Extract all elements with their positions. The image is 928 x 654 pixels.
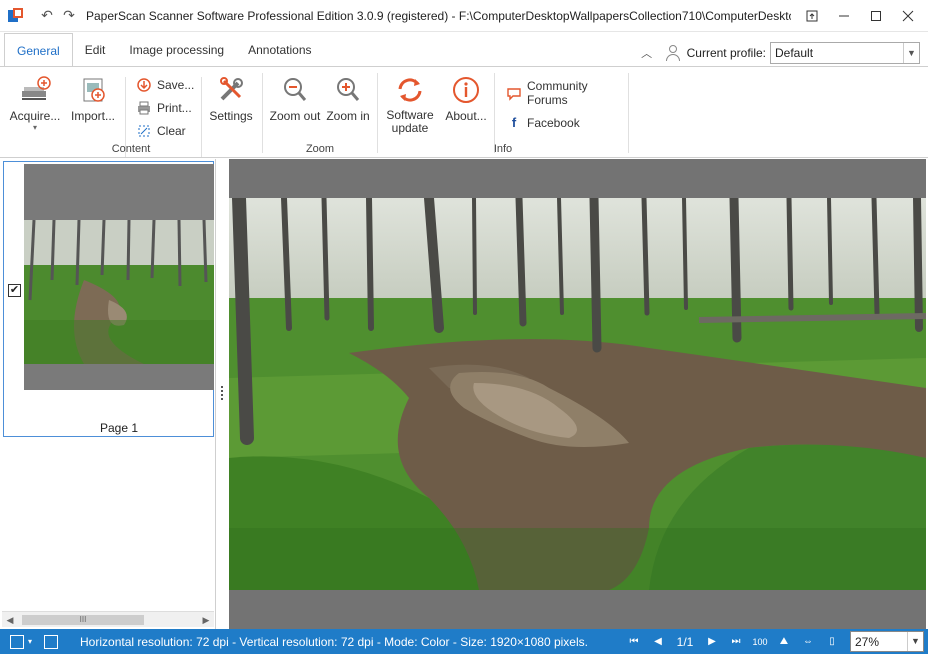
pin-icon[interactable] [796, 0, 828, 32]
zoom-in-button[interactable]: Zoom in [323, 75, 373, 123]
save-label: Save... [157, 78, 195, 92]
about-button[interactable]: About... [440, 75, 492, 123]
user-icon [665, 45, 681, 61]
facebook-link[interactable]: f Facebook [506, 113, 580, 133]
print-label: Print... [157, 101, 192, 115]
first-page-icon[interactable]: ⏮ [622, 636, 646, 647]
facebook-icon: f [511, 115, 517, 130]
undo-icon[interactable]: ↶ [36, 7, 58, 24]
tab-image-processing[interactable]: Image processing [117, 33, 236, 67]
minimize-button[interactable] [828, 0, 860, 32]
info-group: Software update About... Community Forum… [378, 71, 628, 155]
splitter-grip-icon[interactable] [221, 386, 223, 400]
settings-button[interactable]: Settings [205, 75, 257, 123]
info-group-label: Info [493, 143, 513, 155]
status-info: Horizontal resolution: 72 dpi - Vertical… [80, 634, 588, 649]
profile-select[interactable]: Default ▼ [770, 42, 920, 64]
clear-button[interactable]: Clear [136, 121, 186, 141]
save-button[interactable]: Save... [136, 75, 194, 95]
zoom-out-button[interactable]: Zoom out [267, 75, 323, 123]
status-bar: ▾ Horizontal resolution: 72 dpi - Vertic… [0, 629, 928, 654]
facebook-label: Facebook [527, 116, 580, 130]
close-button[interactable] [892, 0, 924, 32]
fit-width-icon[interactable]: ⇔ [796, 636, 820, 647]
ribbon: Acquire... ▾ Import... Save... Print... … [0, 66, 928, 158]
printer-icon [136, 100, 152, 116]
scanned-image [229, 198, 926, 590]
info-icon [449, 75, 483, 105]
update-icon [393, 75, 427, 105]
collapse-ribbon-icon[interactable]: ︿ [637, 45, 657, 61]
scanner-icon [18, 75, 52, 105]
about-label: About... [445, 109, 487, 123]
chevron-down-icon[interactable]: ▾ [6, 123, 64, 132]
page-checkbox[interactable]: ✔ [8, 284, 21, 297]
print-button[interactable]: Print... [136, 98, 192, 118]
thumbnail-label: Page 1 [99, 421, 139, 435]
profile-value: Default [775, 46, 814, 60]
thumbnail-item[interactable]: ✔ Page 1 [3, 161, 214, 437]
content-group: Acquire... ▾ Import... Save... Print... … [0, 71, 262, 157]
window-title: PaperScan Scanner Software Professional … [86, 8, 791, 23]
previous-page-icon[interactable]: ◀ [646, 636, 670, 647]
import-label: Import... [70, 109, 115, 123]
tab-general[interactable]: General [4, 33, 73, 67]
image-viewer[interactable] [229, 159, 926, 629]
fit-page-icon[interactable]: ▯ [820, 636, 844, 647]
clear-label: Clear [157, 124, 186, 138]
zoom-select[interactable]: 27% ▼ [850, 631, 924, 652]
chevron-down-icon[interactable]: ▼ [903, 43, 919, 63]
layout-icon[interactable] [10, 634, 24, 649]
profile-area: ︿ Current profile: Default ▼ [637, 42, 920, 64]
chat-bubble-icon [506, 85, 522, 101]
tab-annotations[interactable]: Annotations [236, 33, 323, 67]
redo-icon[interactable]: ↷ [58, 7, 80, 24]
thumbnail-image [24, 220, 214, 364]
settings-icon [214, 75, 248, 105]
zoom-in-label: Zoom in [326, 109, 370, 123]
import-icon [76, 75, 110, 105]
next-page-icon[interactable]: ▶ [700, 636, 724, 647]
acquire-label: Acquire... [9, 109, 61, 123]
page-navigation: ⏮ ◀ 1/1 ▶ ⏭ 100 ⛰ ⇔ ▯ 27% ▼ [622, 629, 928, 654]
chevron-down-icon[interactable]: ▼ [907, 632, 923, 651]
community-forums-link[interactable]: Community Forums [506, 79, 628, 107]
tab-edit[interactable]: Edit [73, 33, 118, 67]
software-update-label-2: update [391, 121, 429, 135]
zoom-group: Zoom out Zoom in Zoom [263, 71, 377, 155]
zoom-out-label: Zoom out [269, 109, 321, 123]
acquire-button[interactable]: Acquire... ▾ [6, 75, 64, 132]
app-logo-icon[interactable] [8, 7, 24, 24]
chevron-down-icon[interactable]: ▾ [28, 637, 32, 646]
community-forums-label: Community Forums [527, 79, 588, 107]
title-bar: ↶ ↷ PaperScan Scanner Software Professio… [0, 0, 928, 32]
page-indicator: 1/1 [676, 634, 694, 649]
last-page-icon[interactable]: ⏭ [724, 636, 748, 647]
scroll-thumb[interactable]: III [22, 615, 144, 625]
maximize-button[interactable] [860, 0, 892, 32]
zoom-100-icon[interactable]: 100 [748, 637, 772, 647]
settings-label: Settings [209, 109, 253, 123]
zoom-in-icon [331, 75, 365, 105]
fit-image-icon[interactable]: ⛰ [772, 636, 796, 647]
save-icon [136, 77, 152, 93]
import-button[interactable]: Import... [66, 75, 120, 123]
pages-icon[interactable] [44, 634, 59, 649]
ribbon-tabs: General Edit Image processing Annotation… [0, 32, 928, 67]
zoom-group-label: Zoom [305, 143, 335, 155]
content-group-label: Content [111, 143, 151, 155]
clear-icon [136, 123, 152, 139]
horizontal-scrollbar[interactable]: ◀ III ▶ [2, 611, 214, 627]
thumbnail-panel: ✔ Page 1 ◀ III ▶ [0, 159, 216, 629]
scroll-left-icon[interactable]: ◀ [2, 613, 18, 627]
zoom-value: 27% [855, 634, 880, 649]
thumbnail-background [24, 164, 214, 390]
scroll-right-icon[interactable]: ▶ [198, 613, 214, 627]
profile-label: Current profile: [686, 46, 766, 60]
software-update-button[interactable]: Software update [382, 75, 438, 135]
zoom-out-icon [278, 75, 312, 105]
